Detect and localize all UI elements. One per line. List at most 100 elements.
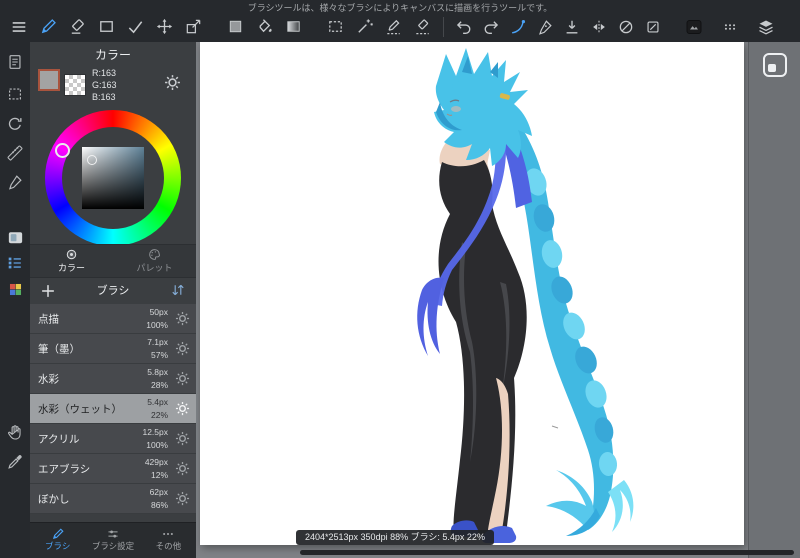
toolbar-drag-handle[interactable]	[716, 13, 743, 40]
tab-brush[interactable]: ブラシ	[30, 523, 85, 558]
left-panel: カラー R:163 G:163 B:163 カラー パレット ブラシ 点描 50…	[30, 42, 196, 558]
brush-name: アクリル	[38, 433, 80, 445]
canvas-list-button[interactable]	[3, 50, 27, 74]
ellipsis-icon	[141, 526, 196, 541]
bucket-tool-button[interactable]	[250, 13, 279, 40]
brush-settings-gear-icon[interactable]	[175, 431, 191, 447]
brush-list: 点描 50px 100% 筆（墨） 7.1px 57% 水彩 5.8px 28%…	[30, 304, 196, 514]
brush-size: 50px	[149, 307, 168, 317]
panel-toggle-icon	[768, 64, 776, 72]
brush-item[interactable]: 点描 50px 100%	[30, 304, 196, 334]
brush-name: ぼかし	[38, 493, 70, 505]
toolbar-buttons	[34, 13, 780, 40]
main-menu-button[interactable]	[6, 13, 32, 40]
toolbar-divider	[443, 16, 444, 37]
brush-settings-gear-icon[interactable]	[175, 491, 191, 507]
tab-palette-label: パレット	[136, 263, 173, 273]
clear-button[interactable]	[639, 13, 666, 40]
select-rail-button[interactable]	[3, 82, 27, 106]
redo-button[interactable]	[477, 13, 504, 40]
brush-size: 5.8px	[147, 367, 168, 377]
rgb-b-value: B:163	[92, 92, 116, 102]
pen-tool-button[interactable]	[531, 13, 558, 40]
brush-size: 12.5px	[142, 427, 168, 437]
magic-wand-tool-button[interactable]	[350, 13, 379, 40]
brush-name: 水彩	[38, 373, 59, 385]
flip-horizontal-button[interactable]	[585, 13, 612, 40]
brush-tool-button[interactable]	[34, 13, 63, 40]
ruler-tool-button[interactable]	[3, 141, 27, 165]
hand-tool-button[interactable]	[3, 420, 27, 444]
brush-settings-gear-icon[interactable]	[175, 371, 191, 387]
brush-opacity: 100%	[146, 320, 168, 330]
eyedropper-tool-button[interactable]	[3, 450, 27, 474]
view-reset-button[interactable]	[3, 112, 27, 136]
brush-name: エアブラシ	[38, 463, 91, 475]
select-rect-tool-button[interactable]	[321, 13, 350, 40]
brush-opacity: 12%	[150, 470, 168, 480]
rgb-r-value: R:163	[92, 68, 117, 78]
transparent-color-swatch[interactable]	[64, 74, 86, 96]
tab-color[interactable]: カラー	[30, 245, 113, 277]
brush-item[interactable]: エアブラシ 429px 12%	[30, 454, 196, 484]
brush-item[interactable]: ぼかし 62px 86%	[30, 484, 196, 514]
brush-settings-gear-icon[interactable]	[175, 401, 191, 417]
hue-indicator[interactable]	[55, 143, 70, 158]
hamburger-icon	[10, 18, 28, 36]
tab-other[interactable]: その他	[141, 523, 196, 558]
brush-settings-gear-icon[interactable]	[175, 341, 191, 357]
rotate-reset-button[interactable]	[612, 13, 639, 40]
brush-opacity: 100%	[146, 440, 168, 450]
brush-item[interactable]: アクリル 12.5px 100%	[30, 424, 196, 454]
select-eraser-tool-button[interactable]	[408, 13, 437, 40]
shape-tool-button[interactable]	[92, 13, 121, 40]
brush-opacity: 57%	[150, 350, 168, 360]
eraser-tool-button[interactable]	[63, 13, 92, 40]
select-pen-tool-button[interactable]	[379, 13, 408, 40]
add-brush-button[interactable]	[39, 282, 57, 300]
color-settings-button[interactable]	[164, 74, 182, 92]
brush-settings-gear-icon[interactable]	[175, 311, 191, 327]
tab-brush-settings[interactable]: ブラシ設定	[85, 523, 140, 558]
sort-brushes-button[interactable]	[170, 282, 188, 300]
brush-panel-header: ブラシ	[30, 279, 196, 304]
drawing-canvas[interactable]	[200, 42, 744, 545]
material-button[interactable]	[679, 13, 708, 40]
current-color-swatch[interactable]	[38, 69, 60, 91]
brush-size: 62px	[149, 487, 168, 497]
brush-opacity: 86%	[150, 500, 168, 510]
brush-item-selected[interactable]: 水彩（ウェット） 5.4px 22%	[30, 394, 196, 424]
left-icon-rail	[0, 42, 30, 558]
rgb-readout: R:163 G:163 B:163	[92, 67, 117, 103]
dot-pen-tool-button[interactable]	[121, 13, 150, 40]
brush-name: 水彩（ウェット）	[38, 403, 122, 415]
sv-indicator[interactable]	[87, 155, 97, 165]
gradient-tool-button[interactable]	[279, 13, 308, 40]
brush-size: 429px	[144, 457, 168, 467]
transform-tool-button[interactable]	[179, 13, 208, 40]
color-wheel-area	[30, 108, 196, 248]
undo-button[interactable]	[450, 13, 477, 40]
color-panel-title: カラー	[94, 48, 131, 62]
layer-list-toggle[interactable]	[3, 251, 27, 275]
color-panel-toggle[interactable]	[3, 225, 27, 249]
brush-opacity: 28%	[150, 380, 168, 390]
brush-settings-gear-icon[interactable]	[175, 461, 191, 477]
layers-panel-button[interactable]	[751, 13, 780, 40]
move-tool-button[interactable]	[150, 13, 179, 40]
medibang-paint-app: ブラシツールは、様々なブラシによりキャンバスに描画を行うツールです。 カラー R…	[0, 0, 800, 558]
tab-brush-settings-label: ブラシ設定	[91, 541, 135, 551]
snap-tool-button[interactable]	[504, 13, 531, 40]
brush-item[interactable]: 筆（墨） 7.1px 57%	[30, 334, 196, 364]
foreground-color-swatch[interactable]	[221, 13, 250, 40]
brush-item[interactable]: 水彩 5.8px 28%	[30, 364, 196, 394]
tab-palette[interactable]: パレット	[113, 245, 196, 277]
materials-toggle[interactable]	[3, 277, 27, 301]
color-wheel-icon	[30, 247, 113, 262]
brush-name: 点描	[38, 313, 59, 325]
save-button[interactable]	[558, 13, 585, 40]
panel-toggle-button[interactable]	[763, 53, 787, 77]
brush-size: 7.1px	[147, 337, 168, 347]
pen-rail-button[interactable]	[3, 170, 27, 194]
color-palette-tabs: カラー パレット	[30, 244, 196, 278]
